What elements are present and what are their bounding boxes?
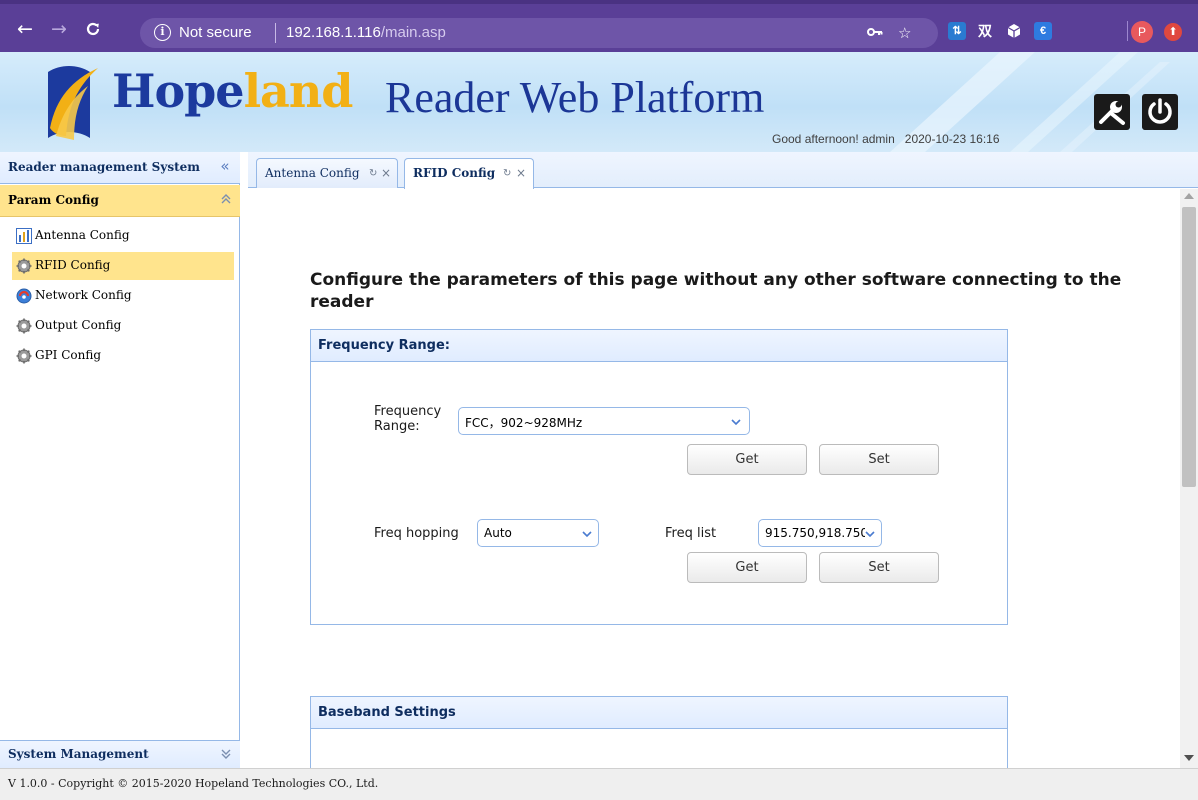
sidebar-item-rfid-config[interactable]: RFID Config xyxy=(12,252,234,280)
gear-icon xyxy=(16,318,32,334)
scroll-up-icon[interactable] xyxy=(1184,193,1194,199)
antenna-icon xyxy=(16,228,32,244)
translate-icon[interactable]: ⇅ xyxy=(948,22,966,40)
address-bar[interactable]: i Not secure 192.168.1.116/main.asp ☆ xyxy=(140,18,938,48)
footer: V 1.0.0 - Copyright © 2015-2020 Hopeland… xyxy=(0,768,1198,800)
power-icon[interactable] xyxy=(1140,92,1180,132)
browser-toolbar: ← → i Not secure 192.168.1.116/main.asp … xyxy=(0,0,1198,52)
freq-hopping-label: Freq hopping xyxy=(374,526,459,541)
brand-part-land: land xyxy=(243,64,354,118)
select-value: Auto xyxy=(484,526,512,540)
brand-part-hope: Hope xyxy=(112,64,245,118)
tab-rfid-config[interactable]: RFID Config ↻ × xyxy=(404,158,534,189)
network-icon xyxy=(16,288,32,304)
datetime-text: 2020-10-23 16:16 xyxy=(904,132,1000,146)
system-management-title: System Management xyxy=(8,747,149,761)
brand-wordmark: Hopeland xyxy=(112,59,354,123)
content-area: Antenna Config ↻ × RFID Config ↻ × Confi… xyxy=(248,152,1198,768)
main-panel: Configure the parameters of this page wi… xyxy=(248,189,1198,768)
tab-label: Antenna Config xyxy=(265,166,360,180)
sidebar-item-label: GPI Config xyxy=(35,348,102,362)
security-label[interactable]: Not secure xyxy=(179,24,252,41)
param-config-panel-header[interactable]: Param Config xyxy=(0,185,240,217)
profile-avatar[interactable]: P xyxy=(1131,21,1153,43)
page-title: Reader Web Platform xyxy=(385,73,765,122)
extensions-divider xyxy=(1127,21,1128,41)
set-frequency-range-button[interactable]: Set xyxy=(819,444,939,475)
chevron-down-icon xyxy=(731,419,741,426)
set-freq-list-button[interactable]: Set xyxy=(819,552,939,583)
info-icon[interactable]: i xyxy=(154,24,171,41)
tab-bar: Antenna Config ↻ × RFID Config ↻ × xyxy=(248,152,1198,189)
forward-icon[interactable]: → xyxy=(46,18,72,40)
shuangyu-icon[interactable]: 双 xyxy=(976,22,994,40)
sidebar-item-label: Network Config xyxy=(35,288,132,302)
url-path: /main.asp xyxy=(380,24,446,41)
chevron-down-icon xyxy=(865,531,875,538)
copyright-text: V 1.0.0 - Copyright © 2015-2020 Hopeland… xyxy=(8,777,379,790)
url-host: 192.168.1.116 xyxy=(286,24,381,41)
chevron-up-double-icon[interactable] xyxy=(218,192,234,208)
currency-icon[interactable]: € xyxy=(1034,22,1052,40)
select-value: FCC，902~928MHz xyxy=(465,416,583,430)
get-freq-list-button[interactable]: Get xyxy=(687,552,807,583)
sidebar-item-antenna-config[interactable]: Antenna Config xyxy=(12,222,234,250)
app-header: Hopeland Reader Web Platform Good aftern… xyxy=(0,52,1198,152)
param-config-title: Param Config xyxy=(8,193,99,207)
tab-label: RFID Config xyxy=(413,166,496,180)
update-icon[interactable]: ⬆ xyxy=(1164,23,1182,41)
refresh-icon[interactable]: ↻ xyxy=(503,168,511,179)
sidebar-item-label: RFID Config xyxy=(35,258,111,272)
chevron-down-icon xyxy=(582,531,592,538)
gear-icon xyxy=(16,348,32,364)
hopeland-logo-icon xyxy=(48,66,98,140)
freq-list-label: Freq list xyxy=(665,526,717,541)
bookmark-star-icon[interactable]: ☆ xyxy=(898,23,911,43)
tab-antenna-config[interactable]: Antenna Config ↻ × xyxy=(256,158,398,188)
system-management-panel-header[interactable]: System Management xyxy=(0,740,240,768)
cube-icon[interactable] xyxy=(1005,22,1023,40)
reload-icon[interactable] xyxy=(80,18,106,40)
vertical-scrollbar[interactable] xyxy=(1180,189,1198,768)
greeting-text: Good afternoon! admin xyxy=(772,132,895,146)
sidebar-item-output-config[interactable]: Output Config xyxy=(12,312,234,340)
browser-tab-strip xyxy=(0,0,1198,4)
close-icon[interactable]: × xyxy=(381,166,391,180)
sidebar: Reader management System « Param Config … xyxy=(0,152,240,768)
panel-header: Frequency Range: xyxy=(311,330,1007,362)
frequency-range-label: Frequency Range: xyxy=(374,404,442,434)
collapse-sidebar-icon[interactable]: « xyxy=(216,157,234,175)
back-icon[interactable]: ← xyxy=(12,18,38,40)
freq-hopping-select[interactable]: Auto xyxy=(477,519,599,547)
sidebar-title: Reader management System xyxy=(8,160,200,174)
gear-icon xyxy=(16,258,32,274)
sidebar-header: Reader management System « xyxy=(0,152,240,184)
get-frequency-range-button[interactable]: Get xyxy=(687,444,807,475)
sidebar-item-network-config[interactable]: Network Config xyxy=(12,282,234,310)
scroll-down-icon[interactable] xyxy=(1184,755,1194,761)
refresh-icon[interactable]: ↻ xyxy=(369,168,377,179)
page-heading: Configure the parameters of this page wi… xyxy=(310,270,1122,312)
baseband-settings-panel: Baseband Settings xyxy=(310,696,1008,768)
url-separator xyxy=(275,23,276,43)
settings-wrench-icon[interactable] xyxy=(1092,92,1132,132)
sidebar-item-label: Output Config xyxy=(35,318,122,332)
url-text[interactable]: 192.168.1.116/main.asp xyxy=(286,24,446,41)
greeting-status: Good afternoon! admin 2020-10-23 16:16 xyxy=(772,132,1000,146)
panel-title: Baseband Settings xyxy=(318,705,456,720)
freq-list-select[interactable]: 915.750,918.750 xyxy=(758,519,882,547)
chevron-down-double-icon[interactable] xyxy=(218,747,234,763)
panel-title: Frequency Range: xyxy=(318,338,450,353)
scrollbar-thumb[interactable] xyxy=(1182,207,1196,487)
sidebar-item-gpi-config[interactable]: GPI Config xyxy=(12,342,234,370)
select-value: 915.750,918.750 xyxy=(765,526,865,540)
close-icon[interactable]: × xyxy=(516,166,526,180)
frequency-range-select[interactable]: FCC，902~928MHz xyxy=(458,407,750,435)
sidebar-item-label: Antenna Config xyxy=(35,228,130,242)
key-icon[interactable] xyxy=(866,23,884,46)
frequency-range-panel: Frequency Range: Frequency Range: FCC，90… xyxy=(310,329,1008,625)
panel-header: Baseband Settings xyxy=(311,697,1007,729)
